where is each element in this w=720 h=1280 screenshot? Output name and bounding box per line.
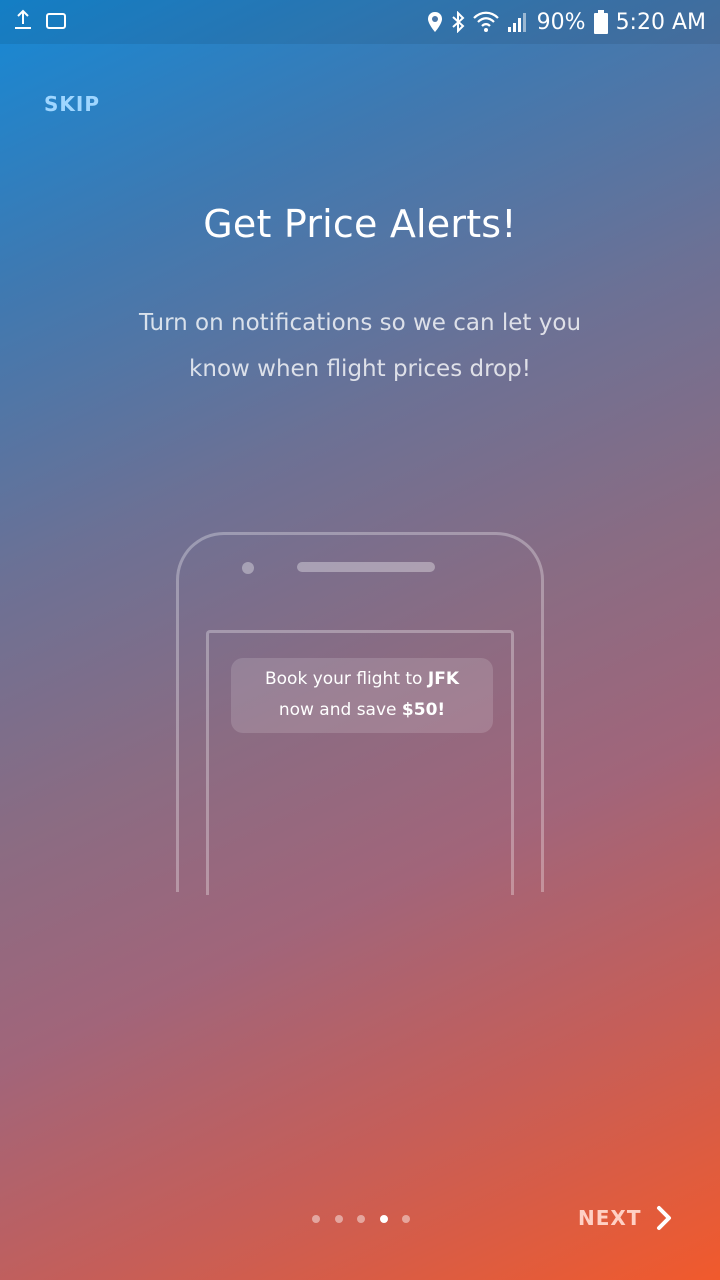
battery-percent: 90% (536, 9, 586, 35)
battery-icon (593, 10, 608, 34)
phone-screen: Book your flight to JFK now and save $50… (206, 630, 514, 895)
page-dot (312, 1215, 320, 1223)
wifi-icon (472, 11, 499, 33)
chevron-right-icon (653, 1204, 675, 1232)
page-dot (357, 1215, 365, 1223)
location-icon (427, 11, 443, 33)
page-subtitle: Turn on notifications so we can let you … (138, 310, 582, 382)
notification-text: now and save (278, 700, 402, 720)
skip-button[interactable]: SKIP (44, 92, 100, 116)
notification-text: Book your flight to (264, 669, 428, 689)
notification-card: Book your flight to JFK now and save $50… (231, 658, 493, 733)
page-title: Get Price Alerts! (203, 202, 517, 246)
status-notification-icons (12, 8, 68, 32)
phone-camera (242, 562, 254, 574)
page-indicator (306, 1212, 416, 1226)
bluetooth-icon (451, 11, 465, 33)
upload-icon (12, 8, 34, 32)
clock: 5:20 AM (615, 9, 706, 35)
next-button[interactable]: NEXT (578, 1204, 675, 1232)
status-bar: 90% 5:20 AM (0, 0, 720, 44)
page-dot (334, 1215, 343, 1223)
notification-savings: $50! (401, 700, 446, 720)
next-label: NEXT (578, 1206, 642, 1230)
screenshot-icon (44, 8, 68, 32)
signal-icon (507, 11, 529, 33)
phone-illustration: Book your flight to JFK now and save $50… (176, 532, 544, 895)
page-dot (402, 1215, 410, 1223)
page-dot-active (379, 1215, 388, 1223)
notification-line-2: now and save $50! (231, 695, 493, 726)
phone-speaker (297, 562, 435, 572)
status-system-icons: 90% 5:20 AM (427, 0, 706, 44)
notification-line-1: Book your flight to JFK (231, 664, 493, 695)
notification-destination: JFK (427, 669, 459, 689)
